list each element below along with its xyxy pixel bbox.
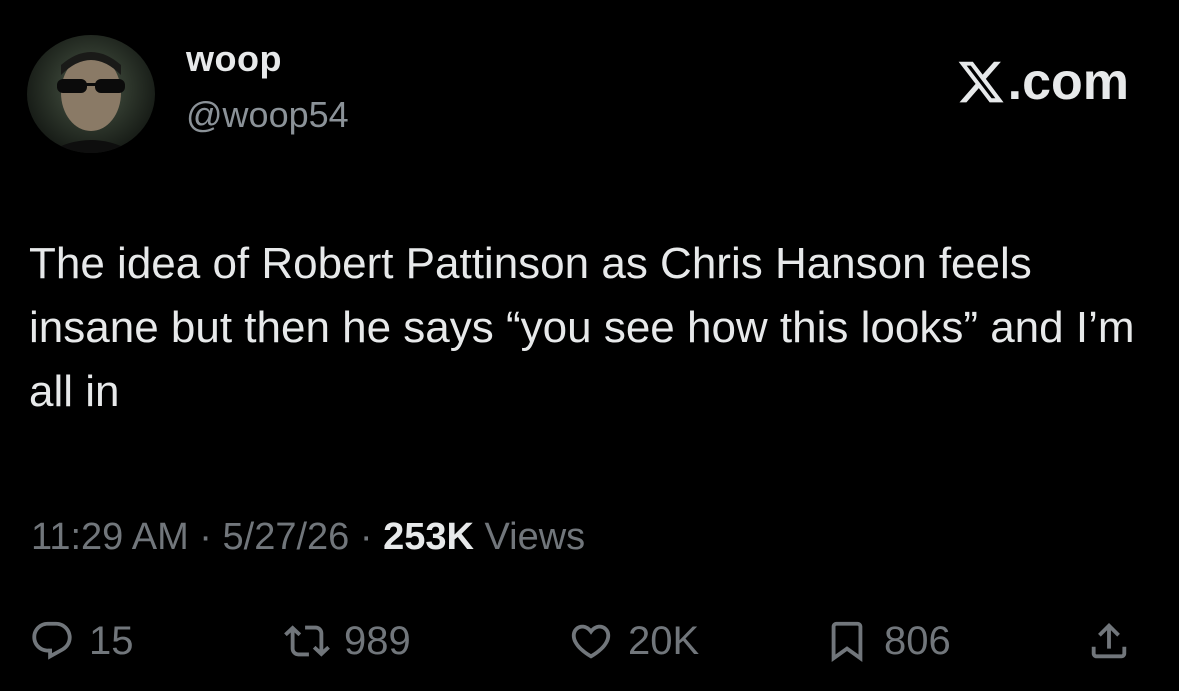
views-label: Views <box>473 516 586 558</box>
bookmark-button[interactable]: 806 <box>824 610 951 672</box>
action-bar: 15 989 20K 806 <box>0 610 1179 672</box>
repost-button[interactable]: 989 <box>284 610 411 672</box>
author-display-name[interactable]: woop <box>186 38 282 80</box>
meta-separator: · <box>349 516 384 558</box>
tweet-meta: 11:29 AM · 5/27/26 · 253K Views <box>31 516 585 559</box>
avatar-portrait-icon <box>47 52 135 153</box>
meta-separator: · <box>188 516 223 558</box>
tweet-time[interactable]: 11:29 AM <box>31 516 189 558</box>
brand-watermark: .com <box>956 52 1129 112</box>
share-button[interactable] <box>1086 610 1132 672</box>
tweet-date[interactable]: 5/27/26 <box>223 516 350 558</box>
tweet-text: The idea of Robert Pattinson as Chris Ha… <box>29 239 1135 416</box>
repost-icon <box>284 625 330 657</box>
like-button[interactable]: 20K <box>568 610 699 672</box>
reply-button[interactable]: 15 <box>29 610 134 672</box>
bookmark-count: 806 <box>884 618 951 663</box>
views-count[interactable]: 253K <box>383 516 474 558</box>
repost-count: 989 <box>344 618 411 663</box>
heart-icon <box>571 624 611 659</box>
author-handle[interactable]: @woop54 <box>186 94 349 136</box>
share-icon <box>1091 622 1127 659</box>
avatar[interactable] <box>27 35 155 153</box>
x-logo-icon <box>956 57 1006 107</box>
like-count: 20K <box>628 618 700 663</box>
brand-text: .com <box>1007 53 1129 111</box>
reply-icon <box>32 621 72 660</box>
bookmark-icon <box>831 621 863 662</box>
reply-count: 15 <box>89 618 134 663</box>
